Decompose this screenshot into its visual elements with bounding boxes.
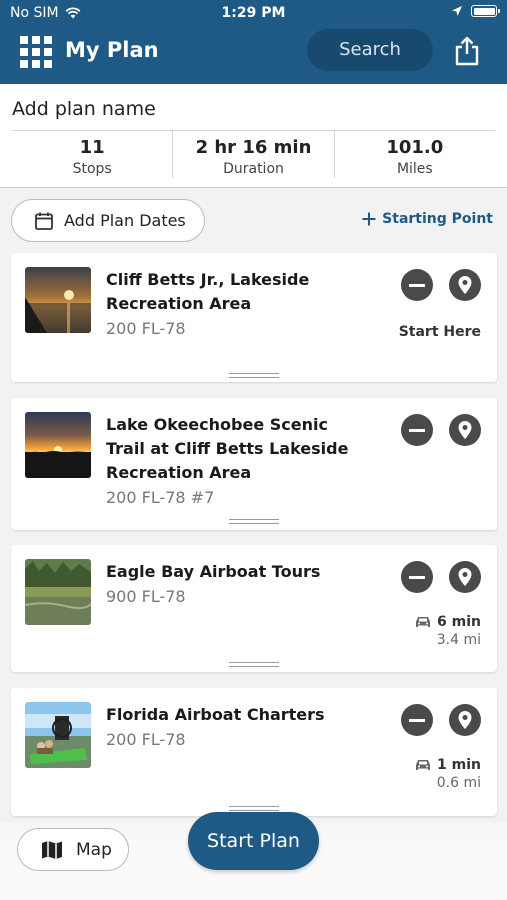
stop-card[interactable]: Cliff Betts Jr., Lakeside Recreation Are… — [11, 253, 497, 382]
clock: 1:29 PM — [221, 5, 286, 21]
remove-stop-button[interactable] — [401, 414, 433, 446]
menu-grid-icon[interactable] — [20, 36, 52, 68]
drag-handle[interactable] — [229, 519, 279, 524]
add-plan-dates-button[interactable]: Add Plan Dates — [11, 199, 205, 242]
calendar-icon — [35, 212, 53, 230]
starting-point-label: Starting Point — [382, 211, 493, 227]
drive-distance: 3.4 mi — [436, 632, 481, 648]
plan-stats: 11 Stops 2 hr 16 min Duration 101.0 Mile… — [12, 130, 495, 178]
search-button[interactable]: Search — [307, 29, 433, 71]
plus-icon — [362, 212, 376, 226]
status-bar: No SIM 1:29 PM — [0, 0, 507, 28]
map-pin-button[interactable] — [449, 269, 481, 301]
drive-time-label: 1 min — [437, 757, 481, 773]
add-plan-dates-label: Add Plan Dates — [64, 211, 186, 230]
stop-address: 200 FL-78 #7 — [106, 488, 215, 507]
starting-point-link[interactable]: Starting Point — [362, 211, 493, 227]
car-icon — [416, 760, 431, 770]
drive-time: 6 min — [415, 614, 481, 630]
stat-label: Stops — [72, 161, 112, 177]
stat-value: 2 hr 16 min — [195, 137, 312, 158]
drive-time: 1 min — [415, 757, 481, 773]
stop-title: Florida Airboat Charters — [106, 705, 325, 724]
stop-title: Eagle Bay Airboat Tours — [106, 562, 321, 581]
map-pin-icon — [458, 421, 472, 439]
share-icon[interactable] — [452, 35, 482, 67]
stat-duration: 2 hr 16 min Duration — [172, 131, 333, 178]
stat-value: 101.0 — [386, 137, 444, 158]
stat-label: Miles — [396, 161, 433, 177]
map-pin-icon — [458, 711, 472, 729]
drive-info: 6 min 3.4 mi — [415, 614, 481, 648]
battery-icon — [471, 5, 500, 17]
stop-card[interactable]: Eagle Bay Airboat Tours 900 FL-78 6 min … — [11, 545, 497, 672]
plan-name-field[interactable]: Add plan name — [12, 98, 156, 120]
stop-photo — [25, 412, 91, 478]
stop-title: Cliff Betts Jr., Lakeside Recreation Are… — [106, 270, 310, 313]
map-button[interactable]: Map — [17, 828, 129, 871]
drive-distance: 0.6 mi — [436, 775, 481, 791]
start-plan-button[interactable]: Start Plan — [188, 812, 319, 870]
map-pin-icon — [458, 276, 472, 294]
page-title: My Plan — [65, 38, 159, 62]
map-pin-button[interactable] — [449, 414, 481, 446]
remove-stop-button[interactable] — [401, 561, 433, 593]
start-here-label: Start Here — [398, 324, 481, 340]
drive-info: 1 min 0.6 mi — [415, 757, 481, 791]
stat-label: Duration — [223, 161, 284, 177]
stop-card[interactable]: Florida Airboat Charters 200 FL-78 1 min… — [11, 688, 497, 816]
map-pin-icon — [458, 568, 472, 586]
stop-address: 900 FL-78 — [106, 587, 186, 606]
stat-stops: 11 Stops — [12, 131, 172, 178]
drag-handle[interactable] — [229, 806, 279, 811]
stop-photo — [25, 267, 91, 333]
map-icon — [42, 840, 62, 859]
app-header: My Plan Search — [0, 28, 507, 84]
map-pin-button[interactable] — [449, 561, 481, 593]
stop-address: 200 FL-78 — [106, 730, 186, 749]
drive-time-label: 6 min — [437, 614, 481, 630]
remove-stop-button[interactable] — [401, 704, 433, 736]
plan-summary: Add plan name 11 Stops 2 hr 16 min Durat… — [0, 84, 507, 188]
stat-value: 11 — [79, 137, 105, 158]
stop-photo — [25, 559, 91, 625]
location-arrow-icon — [452, 6, 462, 16]
map-label: Map — [76, 839, 112, 860]
stop-photo — [25, 702, 91, 768]
remove-stop-button[interactable] — [401, 269, 433, 301]
drag-handle[interactable] — [229, 662, 279, 667]
stop-title: Lake Okeechobee Scenic Trail at Cliff Be… — [106, 415, 349, 482]
car-icon — [416, 617, 431, 627]
stop-card[interactable]: Lake Okeechobee Scenic Trail at Cliff Be… — [11, 398, 497, 530]
stat-miles: 101.0 Miles — [333, 131, 495, 178]
drag-handle[interactable] — [229, 373, 279, 378]
map-pin-button[interactable] — [449, 704, 481, 736]
stop-address: 200 FL-78 — [106, 319, 186, 338]
